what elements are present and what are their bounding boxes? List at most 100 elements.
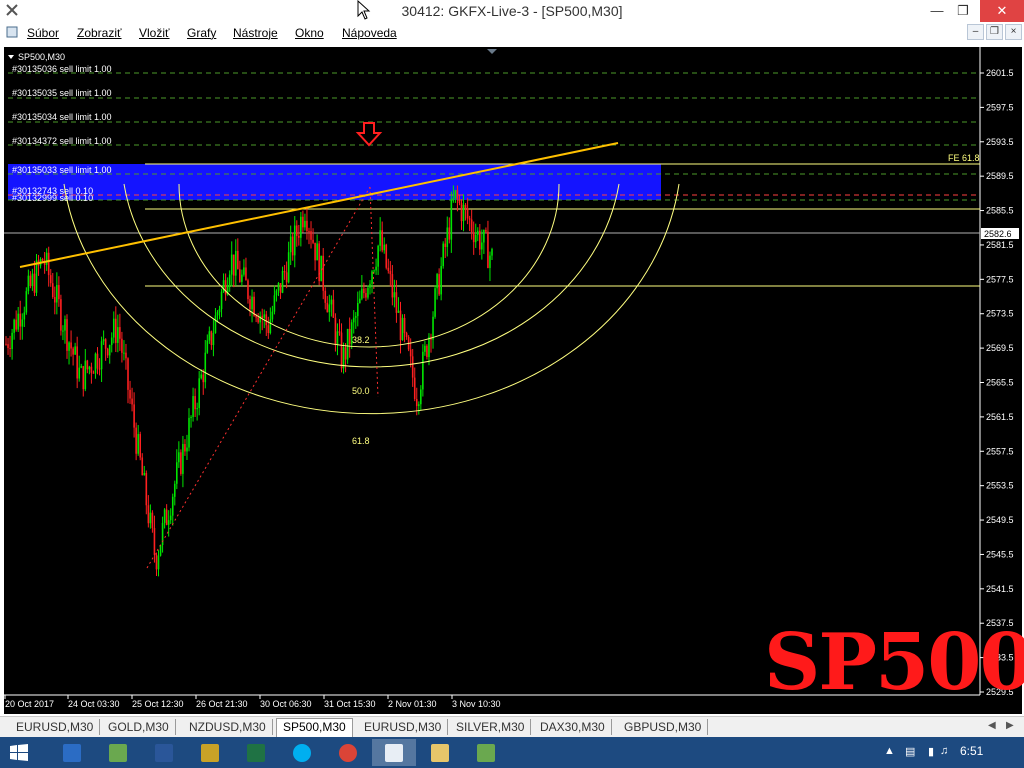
menu-zobrazit[interactable]: Zobraziť [77, 26, 122, 40]
tab-gbpusd[interactable]: GBPUSD,M30 [618, 719, 709, 735]
candle-body [466, 208, 469, 219]
candle-body [474, 234, 477, 243]
volume-icon[interactable]: ♫ [940, 745, 948, 757]
battery-icon[interactable]: ▮ [928, 745, 934, 758]
menu-napoveda[interactable]: Nápoveda [342, 26, 397, 40]
tab-sp500[interactable]: SP500,M30 [276, 718, 353, 737]
candle-body [115, 318, 117, 343]
candle-body [228, 274, 231, 286]
time-tick-label: 24 Oct 03:30 [68, 699, 120, 709]
candle-body [415, 398, 418, 407]
candle-body [180, 452, 182, 474]
tab-eurusd-2[interactable]: EURUSD,M30 [358, 719, 449, 735]
candle-body [7, 344, 9, 348]
taskbar: ▲ ▤ ▮ ♫ 6:51 [0, 737, 1024, 768]
chart-shift-marker[interactable] [487, 49, 497, 54]
candle-body [157, 555, 160, 570]
candle-body [389, 270, 392, 275]
candle-body [247, 280, 249, 300]
candle-body [336, 331, 339, 345]
symbol-dropdown-icon[interactable] [8, 55, 14, 59]
taskbar-app-2[interactable] [96, 739, 140, 766]
tab-dax30[interactable]: DAX30,M30 [534, 719, 612, 735]
taskbar-metatrader-icon[interactable] [372, 739, 416, 766]
taskbar-chrome-icon[interactable] [326, 739, 370, 766]
network-icon[interactable]: ▤ [905, 745, 915, 758]
candle-body [23, 312, 26, 320]
tabs-scroll-left-icon[interactable]: ◀ [988, 720, 996, 731]
mdi-minimize-button[interactable]: – [967, 24, 984, 40]
fib-baseline[interactable] [369, 186, 379, 398]
candle-body [330, 299, 333, 305]
candle-body [397, 310, 400, 313]
candle-body [68, 342, 70, 351]
candle-body [224, 280, 227, 295]
close-button[interactable]: ✕ [980, 0, 1024, 22]
taskbar-app-1[interactable] [50, 739, 94, 766]
candle-body [352, 317, 355, 323]
candle-body [125, 352, 127, 359]
candle-body [476, 230, 479, 235]
time-tick-label: 3 Nov 10:30 [452, 699, 501, 709]
candle-body [363, 288, 365, 294]
candle-body [47, 252, 50, 276]
candle-body [387, 267, 390, 271]
document-icon[interactable] [6, 26, 18, 38]
candle-body [340, 332, 343, 369]
candle-body [302, 216, 304, 228]
menu-nastroje[interactable]: Nástroje [233, 26, 278, 40]
candle-body [491, 249, 493, 256]
menu-okno[interactable]: Okno [295, 26, 324, 40]
fib-baseline[interactable] [146, 186, 371, 569]
candle-body [361, 288, 363, 299]
tray-expand-icon[interactable]: ▲ [884, 745, 895, 757]
price-tick-label: 2601.5 [986, 68, 1014, 78]
menu-subor[interactable]: Súbor [27, 26, 59, 40]
chart-canvas[interactable]: SP500,M30 FE 61.8 #30135036 sell limit 1… [4, 47, 1022, 714]
tab-nzdusd[interactable]: NZDUSD,M30 [183, 719, 273, 735]
price-tick-label: 2573.5 [986, 309, 1014, 319]
mdi-restore-button[interactable]: ❐ [986, 24, 1003, 40]
menu-grafy[interactable]: Grafy [187, 26, 216, 40]
tab-gold[interactable]: GOLD,M30 [102, 719, 176, 735]
down-arrow-icon[interactable] [355, 122, 383, 147]
candle-body [220, 291, 223, 310]
tab-silver[interactable]: SILVER,M30 [450, 719, 532, 735]
taskbar-app-4[interactable] [188, 739, 232, 766]
taskbar-word-icon[interactable] [142, 739, 186, 766]
taskbar-app-10[interactable] [464, 739, 508, 766]
candle-body [472, 232, 475, 243]
taskbar-skype-icon[interactable] [280, 739, 324, 766]
windows-start-icon[interactable] [10, 744, 28, 762]
price-tick-label: 2577.5 [986, 274, 1014, 284]
candle-body [64, 319, 66, 331]
candle-body [80, 366, 83, 368]
mdi-close-button[interactable]: × [1005, 24, 1022, 40]
taskbar-excel-icon[interactable] [234, 739, 278, 766]
taskbar-explorer-icon[interactable] [418, 739, 462, 766]
candle-body [458, 199, 461, 204]
candle-body [356, 303, 359, 317]
tabs-scroll-right-icon[interactable]: ▶ [1006, 720, 1014, 731]
price-chart[interactable]: SP500,M30 FE 61.8 #30135036 sell limit 1… [4, 47, 1024, 714]
candle-body [25, 291, 28, 313]
candle-body [432, 316, 434, 340]
price-tick-label: 2593.5 [986, 137, 1014, 147]
menu-vlozit[interactable]: Vložiť [139, 26, 170, 40]
candles [5, 185, 493, 577]
candle-body [196, 408, 198, 410]
candle-body [399, 310, 402, 341]
candle-body [267, 325, 270, 334]
candle-body [112, 318, 115, 338]
candle-body [293, 225, 296, 256]
candle-body [212, 333, 215, 345]
candle-body [379, 230, 381, 246]
restore-button[interactable]: ❐ [948, 0, 978, 22]
candle-body [94, 353, 97, 374]
candle-body [202, 374, 205, 383]
time-tick-label: 2 Nov 01:30 [388, 699, 437, 709]
clock[interactable]: 6:51 [960, 744, 983, 758]
candle-body [54, 297, 56, 303]
candle-body [436, 274, 438, 289]
tab-eurusd[interactable]: EURUSD,M30 [10, 719, 101, 735]
